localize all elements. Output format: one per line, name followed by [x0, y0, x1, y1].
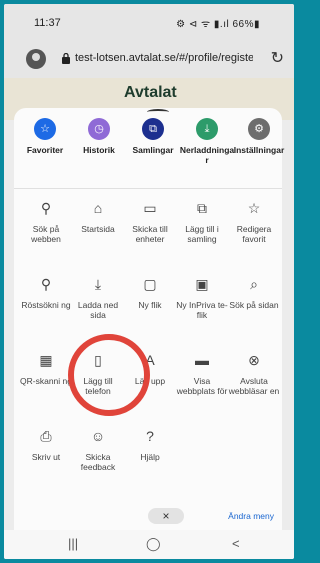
- divider: [14, 188, 282, 189]
- menu-grid-item[interactable]: ▦ QR-skanni ng: [20, 352, 72, 386]
- menu-grid-label: Ladda ned sida: [77, 300, 119, 320]
- status-time: 11:37: [34, 17, 61, 29]
- menu-grid-label: Visa webbplats för: [176, 376, 228, 396]
- menu-top-label: Inställningar: [233, 145, 285, 155]
- inprivate-tab-icon: ▣: [195, 276, 209, 292]
- new-tab-icon: ▢: [143, 276, 157, 292]
- menu-grid-label: QR-skanni ng: [20, 376, 72, 386]
- menu-grid-label: Ny flik: [138, 300, 162, 310]
- phone-screen: 11:37 ⚙ ⊲ ᯤ ▮.ıl 66%▮ test-lotsen.avtala…: [4, 4, 294, 559]
- help-icon: ?: [146, 428, 154, 444]
- star-icon: ☆: [34, 118, 56, 140]
- menu-top-label: Nerladdninga r: [179, 145, 235, 165]
- download-icon: ⤓: [196, 118, 218, 140]
- menu-grid-item[interactable]: ☺ Skicka feedback: [72, 428, 124, 472]
- settings-icon: ⚙: [248, 118, 270, 140]
- reload-icon[interactable]: ↻: [271, 48, 284, 68]
- system-nav-bar: ||| ◯ <: [4, 530, 294, 559]
- menu-top-item[interactable]: ☆ Favoriter: [16, 118, 74, 155]
- find-on-page-icon: ⌕: [250, 276, 258, 292]
- history-icon: ◷: [88, 118, 110, 140]
- menu-grid-item[interactable]: ⚲ Sök på webben: [20, 200, 72, 244]
- menu-grid-item[interactable]: ▭ Skicka till enheter: [124, 200, 176, 244]
- download-page-icon: ⤓: [94, 276, 102, 292]
- back-button[interactable]: <: [232, 536, 240, 551]
- menu-grid-label: Röstsökni ng: [21, 300, 71, 310]
- menu-grid-label: Skicka till enheter: [132, 224, 168, 244]
- top-menu-row: ☆ Favoriter ◷ Historik ⧉ Samlingar ⤓ Nerladdnin…: [14, 118, 284, 180]
- menu-top-item[interactable]: ⧉ Samlingar: [124, 118, 182, 155]
- view-site-icon: ▬: [195, 352, 209, 368]
- search-icon: ⚲: [40, 200, 52, 216]
- close-menu-button[interactable]: ×: [148, 508, 184, 524]
- lock-icon: [62, 53, 70, 64]
- highlight-circle: [68, 334, 150, 416]
- feedback-icon: ☺: [90, 428, 106, 444]
- menu-top-item[interactable]: ⤓ Nerladdninga r: [178, 118, 236, 165]
- collections-icon: ⧉: [142, 118, 164, 140]
- profile-avatar[interactable]: [26, 49, 46, 69]
- page-brand: Avtalat: [124, 84, 177, 101]
- menu-grid-label: Skicka feedback: [80, 452, 116, 472]
- menu-grid-item[interactable]: ☆ Redigera favorit: [228, 200, 280, 244]
- menu-top-item[interactable]: ⚙ Inställningar: [230, 118, 288, 155]
- menu-grid-item[interactable]: ⧉ Lägg till i samling: [176, 200, 228, 244]
- menu-grid-item[interactable]: ▬ Visa webbplats för: [176, 352, 228, 396]
- menu-grid-label: Hjälp: [140, 452, 160, 462]
- microphone-icon: ⚲: [40, 276, 52, 292]
- menu-grid-label: Startsida: [81, 224, 115, 234]
- menu-grid-item[interactable]: ⚲ Röstsökni ng: [20, 276, 72, 310]
- menu-grid-item[interactable]: ▣ Ny InPriva te-flik: [176, 276, 228, 320]
- address-bar[interactable]: test-lotsen.avtalat.se/#/profile/registe…: [4, 40, 294, 78]
- menu-grid-label: Skriv ut: [31, 452, 61, 462]
- menu-grid-label: Sök på sidan: [229, 300, 279, 310]
- menu-grid-label: Sök på webben: [31, 224, 61, 244]
- menu-grid-item[interactable]: ⌕ Sök på sidan: [228, 276, 280, 310]
- menu-grid-item[interactable]: ⊗ Avsluta webbläsar en: [228, 352, 280, 396]
- menu-top-label: Samlingar: [132, 145, 174, 155]
- edit-favorite-icon: ☆: [247, 200, 261, 216]
- menu-top-label: Favoriter: [26, 145, 64, 155]
- qr-icon: ▦: [39, 352, 53, 368]
- menu-top-label: Historik: [83, 145, 115, 155]
- recent-apps-button[interactable]: |||: [68, 536, 78, 551]
- menu-grid-label: Avsluta webbläsar en: [228, 376, 280, 396]
- menu-grid-item[interactable]: ⤓ Ladda ned sida: [72, 276, 124, 320]
- send-devices-icon: ▭: [143, 200, 157, 216]
- status-icons: ⚙ ⊲ ᯤ ▮.ıl 66%▮: [176, 19, 260, 30]
- status-bar: 11:37 ⚙ ⊲ ᯤ ▮.ıl 66%▮: [4, 4, 294, 40]
- menu-grid-item[interactable]: ⎙ Skriv ut: [20, 428, 72, 462]
- menu-top-item[interactable]: ◷ Historik: [70, 118, 128, 155]
- menu-grid-label: Ny InPriva te-flik: [176, 300, 228, 320]
- home-button[interactable]: ◯: [146, 536, 161, 552]
- menu-sheet: ☆ Favoriter ◷ Historik ⧉ Samlingar ⤓ Nerladdnin…: [14, 108, 284, 530]
- exit-browser-icon: ⊗: [248, 352, 260, 368]
- menu-grid-item[interactable]: ? Hjälp: [124, 428, 176, 462]
- edit-menu-link[interactable]: Ändra meny: [228, 511, 274, 521]
- home-icon: ⌂: [93, 200, 103, 216]
- sheet-handle[interactable]: [147, 109, 169, 115]
- menu-grid-item[interactable]: ▢ Ny flik: [124, 276, 176, 310]
- print-icon: ⎙: [40, 428, 52, 444]
- menu-grid-item[interactable]: ⌂ Startsida: [72, 200, 124, 234]
- menu-grid-label: Redigera favorit: [236, 224, 272, 244]
- url-text[interactable]: test-lotsen.avtalat.se/#/profile/registe…: [75, 52, 253, 64]
- menu-grid-label: Lägg till i samling: [185, 224, 219, 244]
- add-collection-icon: ⧉: [197, 200, 207, 216]
